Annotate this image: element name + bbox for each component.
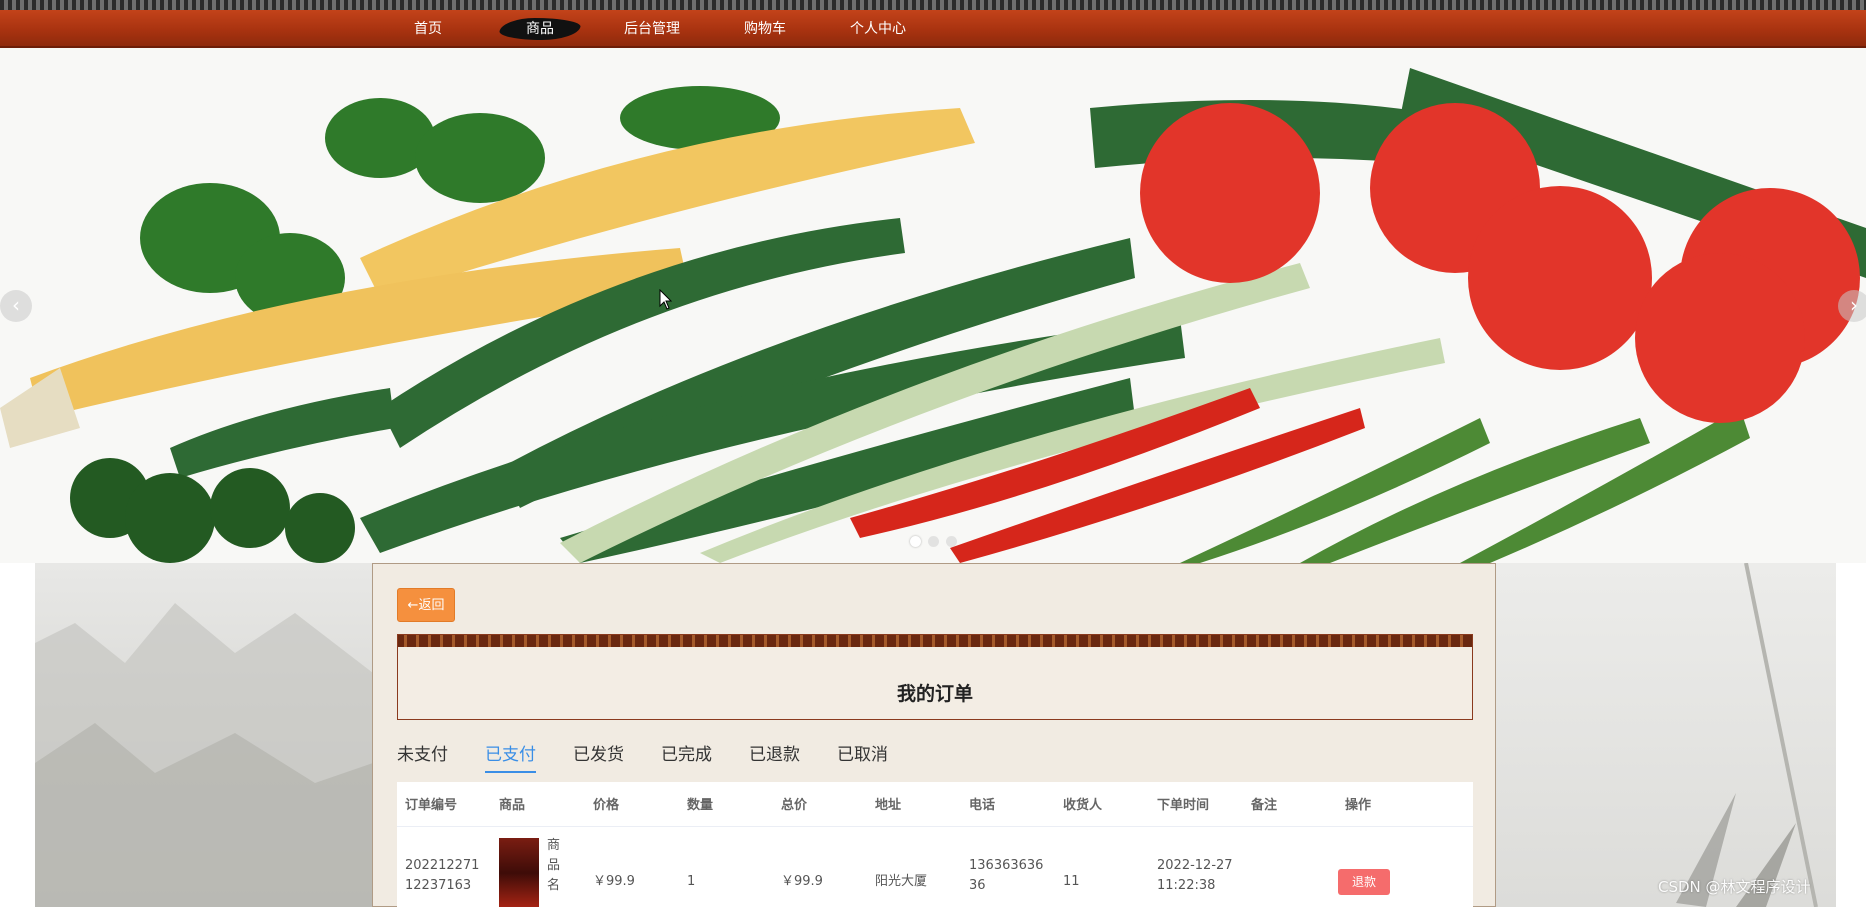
ink-bamboo-right xyxy=(1496,562,1836,907)
order-panel: ←返回 我的订单 未支付 已支付 已发货 已完成 已退款 已取消 订单编号 商品… xyxy=(372,563,1496,907)
carousel-dot-3[interactable] xyxy=(946,536,957,547)
cell-order-time: 2022-12-27 11:22:38 xyxy=(1157,858,1233,893)
carousel-next-arrow[interactable]: › xyxy=(1838,290,1866,322)
nav-item-products[interactable]: 商品 xyxy=(520,10,560,48)
column-header-action: 操作 xyxy=(1345,798,1372,813)
tab-paid[interactable]: 已支付 xyxy=(485,740,536,773)
column-header-total: 总价 xyxy=(781,798,808,813)
column-header-order-time: 下单时间 xyxy=(1157,798,1210,813)
mouse-cursor-icon xyxy=(659,289,673,310)
column-header-phone: 电话 xyxy=(969,798,996,813)
cell-price: ￥99.9 xyxy=(593,874,635,889)
nav-item-profile[interactable]: 个人中心 xyxy=(850,10,906,48)
watermark-text: CSDN @林文程序设计 xyxy=(1658,878,1811,896)
column-header-product: 商品 xyxy=(499,798,526,813)
vegetables-banner-image xyxy=(0,48,1866,563)
column-header-order-no: 订单编号 xyxy=(405,798,458,813)
column-header-price: 价格 xyxy=(593,798,620,813)
title-frame: 我的订单 xyxy=(397,634,1473,720)
ink-landscape-left xyxy=(35,563,373,907)
column-header-quantity: 数量 xyxy=(687,798,714,813)
banner-carousel[interactable]: ‹ › xyxy=(0,48,1866,563)
product-thumbnail[interactable] xyxy=(499,838,539,907)
orders-table: 订单编号 商品 价格 数量 总价 地址 电话 收货人 下单时间 备注 操作 20… xyxy=(397,782,1473,907)
tab-refunded[interactable]: 已退款 xyxy=(749,740,800,765)
nav-item-cart[interactable]: 购物车 xyxy=(742,10,788,48)
cell-product-name: 商 品 名 xyxy=(547,838,561,893)
top-decorative-strip xyxy=(0,0,1866,10)
cell-phone: 136363636 36 xyxy=(969,858,1044,893)
table-header-divider xyxy=(397,826,1473,827)
cell-address: 阳光大厦 xyxy=(875,874,928,889)
tab-cancelled[interactable]: 已取消 xyxy=(837,740,888,765)
column-header-receiver: 收货人 xyxy=(1063,798,1103,813)
title-decoration-band xyxy=(398,635,1472,647)
tab-completed[interactable]: 已完成 xyxy=(661,740,712,765)
tab-shipped[interactable]: 已发货 xyxy=(573,740,624,765)
tab-unpaid[interactable]: 未支付 xyxy=(397,740,448,765)
top-navigation: 首页 商品 后台管理 购物车 个人中心 xyxy=(0,10,1866,48)
page-title: 我的订单 xyxy=(896,683,973,705)
carousel-prev-arrow[interactable]: ‹ xyxy=(0,290,32,322)
cell-total: ￥99.9 xyxy=(781,874,823,889)
refund-button[interactable]: 退款 xyxy=(1338,869,1390,895)
cell-receiver: 11 xyxy=(1063,874,1080,889)
nav-item-home[interactable]: 首页 xyxy=(408,10,448,48)
column-header-remark: 备注 xyxy=(1251,798,1278,813)
back-button[interactable]: ←返回 xyxy=(397,588,455,622)
cell-order-no: 202212271 12237163 xyxy=(405,858,480,893)
carousel-dot-1[interactable] xyxy=(910,536,921,547)
nav-item-admin[interactable]: 后台管理 xyxy=(624,10,680,48)
cell-quantity: 1 xyxy=(687,874,696,889)
carousel-dot-2[interactable] xyxy=(928,536,939,547)
column-header-address: 地址 xyxy=(875,798,902,813)
